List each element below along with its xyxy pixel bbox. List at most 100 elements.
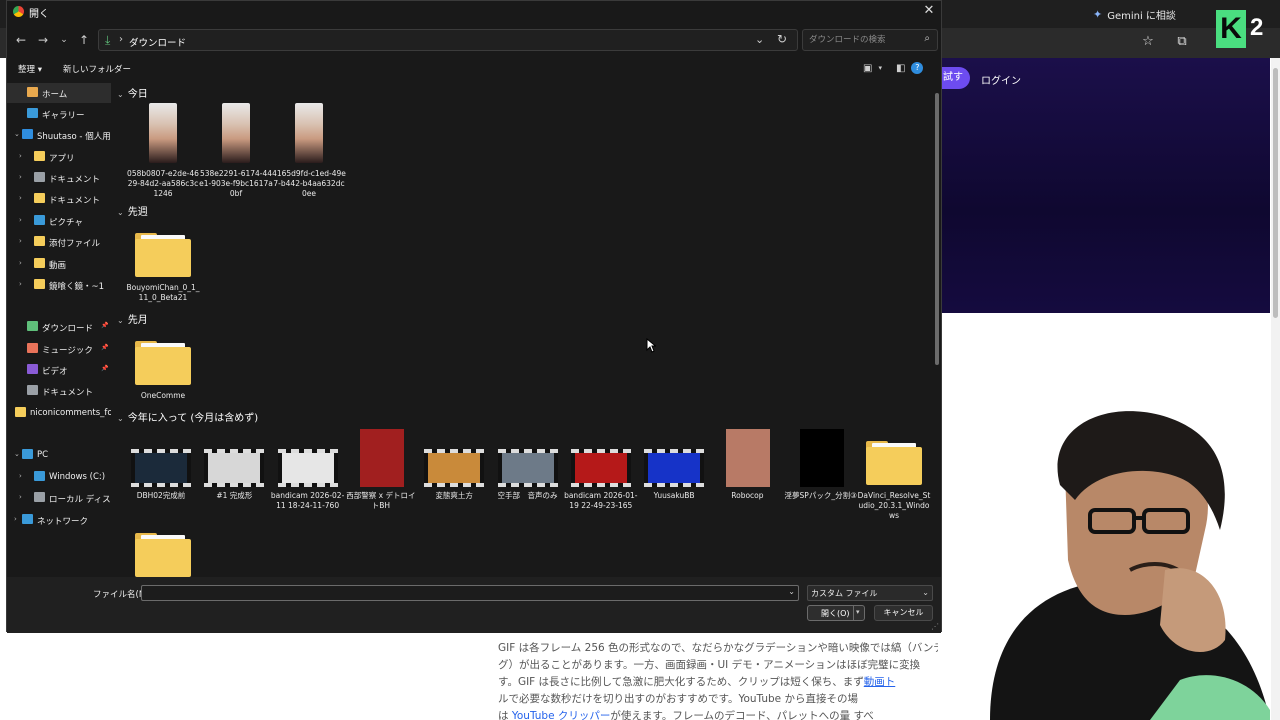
file-item[interactable]: bandicam 2026-02-11 18-24-11-760 bbox=[271, 427, 345, 537]
expand-chevron-icon[interactable]: › bbox=[19, 472, 22, 480]
gemini-button[interactable]: ✦ Gemini に相談 bbox=[1093, 6, 1176, 22]
file-item[interactable]: DaVinci_Resolve_Studio_20.3.1_Windows bbox=[857, 427, 931, 537]
file-item[interactable]: Robocop bbox=[710, 427, 784, 537]
expand-chevron-icon[interactable]: › bbox=[19, 194, 22, 202]
login-link[interactable]: ログイン bbox=[981, 72, 1021, 87]
sidebar-item[interactable]: › 動画 bbox=[7, 254, 111, 274]
folder-icon[interactable] bbox=[135, 533, 191, 577]
sidebar-item[interactable]: ビデオ 📌 bbox=[7, 360, 111, 380]
sidebar-item[interactable]: ミュージック 📌 bbox=[7, 339, 111, 359]
collapse-chevron-icon[interactable]: ⌄ bbox=[117, 90, 124, 99]
forward-arrow-icon[interactable]: → bbox=[35, 32, 51, 48]
collapse-chevron-icon[interactable]: ⌄ bbox=[117, 316, 124, 325]
expand-chevron-icon[interactable]: › bbox=[19, 216, 22, 224]
group-header[interactable]: ⌄ 今日 bbox=[117, 85, 148, 100]
up-arrow-icon[interactable]: ↑ bbox=[76, 32, 92, 48]
sidebar-item[interactable]: › ネットワーク bbox=[7, 510, 111, 530]
expand-chevron-icon[interactable]: ⌄ bbox=[14, 130, 20, 138]
collapse-chevron-icon[interactable]: ⌄ bbox=[117, 208, 124, 217]
help-icon[interactable]: ? bbox=[911, 62, 924, 74]
file-item[interactable]: DBH02完成前 bbox=[124, 427, 198, 537]
file-item[interactable]: 4165d9fd-c1ed-49e7-b442-b4aa632dc0ee bbox=[272, 103, 346, 213]
expand-chevron-icon[interactable]: › bbox=[19, 280, 22, 288]
try-button[interactable]: 試す bbox=[940, 67, 970, 89]
sidebar-item[interactable]: ホーム bbox=[7, 83, 111, 103]
file-item[interactable]: #1 完成形 bbox=[197, 427, 271, 537]
back-arrow-icon[interactable]: ← bbox=[13, 32, 29, 48]
recent-locations-chevron-icon[interactable]: ⌄ bbox=[56, 32, 72, 48]
navigation-bar: ← → ⌄ ↑ ⤓ › ダウンロード ⌄ ↻ ⌕ bbox=[7, 29, 941, 51]
view-mode-icon[interactable]: ▣ bbox=[863, 63, 872, 74]
sidebar-item[interactable]: ⌄ Shuutaso - 個人用 bbox=[7, 125, 111, 145]
sidebar-item[interactable]: › 鏡喰く鏡・~1 bbox=[7, 275, 111, 295]
sidebar-item-label: アプリ bbox=[49, 154, 75, 164]
sidebar-item[interactable]: ⌄ PC bbox=[7, 445, 111, 465]
sidebar-item[interactable]: niconicomments_fo bbox=[7, 403, 111, 423]
dialog-titlebar[interactable]: 開く ✕ bbox=[7, 1, 941, 23]
bookmark-star-icon[interactable]: ☆ bbox=[1140, 34, 1156, 50]
video-thumbnail bbox=[570, 449, 631, 487]
expand-chevron-icon[interactable]: ⌄ bbox=[14, 450, 20, 458]
organize-button[interactable]: 整理 ▾ bbox=[18, 63, 42, 75]
expand-chevron-icon[interactable]: › bbox=[19, 152, 22, 160]
preview-pane-icon[interactable]: ◧ bbox=[896, 63, 905, 74]
sidebar-item[interactable]: ギャラリー bbox=[7, 104, 111, 124]
expand-chevron-icon[interactable]: › bbox=[19, 237, 22, 245]
address-bar[interactable]: ⤓ › ダウンロード ⌄ ↻ bbox=[98, 29, 798, 51]
expand-chevron-icon[interactable]: › bbox=[19, 173, 22, 181]
sidebar-item[interactable]: › アプリ bbox=[7, 147, 111, 167]
expand-chevron-icon[interactable]: › bbox=[14, 515, 17, 523]
resize-grip-icon[interactable]: ⋰ bbox=[931, 622, 939, 631]
video-frame bbox=[135, 453, 187, 483]
file-item[interactable]: 058b0807-e2de-4629-84d2-aa586c3c1246 bbox=[126, 103, 200, 213]
file-item[interactable]: 変態爽土方 bbox=[417, 427, 491, 537]
file-name-input[interactable] bbox=[145, 587, 775, 599]
file-item[interactable]: 淫夢SPパック_分割③ bbox=[784, 427, 858, 537]
search-box[interactable]: ⌕ bbox=[802, 29, 938, 51]
open-options-dropdown-icon[interactable]: ▾ bbox=[856, 608, 860, 616]
sidebar-item[interactable]: › ドキュメント bbox=[7, 189, 111, 209]
collapse-chevron-icon[interactable]: ⌄ bbox=[117, 414, 124, 423]
file-item[interactable]: bandicam 2026-01-19 22-49-23-165 bbox=[564, 427, 638, 537]
cancel-button[interactable]: キャンセル bbox=[874, 605, 933, 621]
new-folder-button[interactable]: 新しいフォルダー bbox=[63, 63, 131, 75]
article-line-text: すべ bbox=[853, 710, 874, 720]
open-button[interactable]: 開く(O) ▾ bbox=[807, 605, 865, 621]
channel-logo: K 2 bbox=[1212, 10, 1272, 48]
address-dropdown-icon[interactable]: ⌄ bbox=[755, 33, 764, 46]
extensions-icon[interactable]: ⧉ bbox=[1174, 34, 1190, 50]
file-item[interactable]: YuusakuBB bbox=[637, 427, 711, 537]
sidebar-item[interactable]: › Windows (C:) bbox=[7, 467, 111, 487]
file-item[interactable]: 西部警察 x デトロイトBH bbox=[344, 427, 418, 537]
sidebar-item[interactable]: › ピクチャ bbox=[7, 211, 111, 231]
file-name-dropdown-icon[interactable]: ⌄ bbox=[788, 587, 795, 596]
file-item[interactable]: BouyomiChan_0_1_11_0_Beta21 bbox=[126, 225, 200, 335]
sidebar-item[interactable]: › 添付ファイル bbox=[7, 232, 111, 252]
dialog-footer: ファイル名(N): ⌄ カスタム ファイル ⌄ 開く(O) ▾ キャンセル ⋰ bbox=[7, 577, 941, 633]
refresh-icon[interactable]: ↻ bbox=[777, 32, 787, 46]
file-list-scrollbar[interactable] bbox=[935, 93, 939, 365]
file-type-select[interactable]: カスタム ファイル ⌄ bbox=[807, 585, 933, 601]
expand-chevron-icon[interactable]: › bbox=[19, 493, 22, 501]
sidebar-item[interactable]: › ドキュメント bbox=[7, 168, 111, 188]
drive-icon bbox=[34, 492, 45, 502]
sidebar-item[interactable]: › ローカル ディスク (D: bbox=[7, 488, 111, 508]
file-item[interactable]: 538e2291-6174-44e1-903e-f9bc1617a0bf bbox=[199, 103, 273, 213]
file-type-dropdown-icon: ⌄ bbox=[922, 588, 929, 597]
breadcrumb[interactable]: ダウンロード bbox=[129, 35, 186, 49]
file-item[interactable]: 空手部 音声のみ bbox=[491, 427, 565, 537]
youtube-clipper-link[interactable]: YouTube クリッパー bbox=[512, 710, 611, 720]
sidebar-item[interactable]: ダウンロード 📌 bbox=[7, 317, 111, 337]
folder-icon bbox=[866, 441, 922, 485]
pin-icon: 📌 bbox=[101, 322, 109, 329]
folder-icon bbox=[135, 341, 191, 385]
search-input[interactable] bbox=[809, 33, 909, 47]
close-button[interactable]: ✕ bbox=[921, 3, 937, 19]
expand-chevron-icon[interactable]: › bbox=[19, 259, 22, 267]
file-name-field[interactable]: ⌄ bbox=[141, 585, 799, 601]
view-dropdown-icon[interactable]: ▾ bbox=[878, 64, 882, 72]
article-link[interactable]: 動画ト bbox=[864, 676, 896, 688]
page-scrollbar-thumb[interactable] bbox=[1273, 68, 1278, 318]
home-icon bbox=[27, 87, 38, 97]
sidebar-item[interactable]: ドキュメント bbox=[7, 381, 111, 401]
